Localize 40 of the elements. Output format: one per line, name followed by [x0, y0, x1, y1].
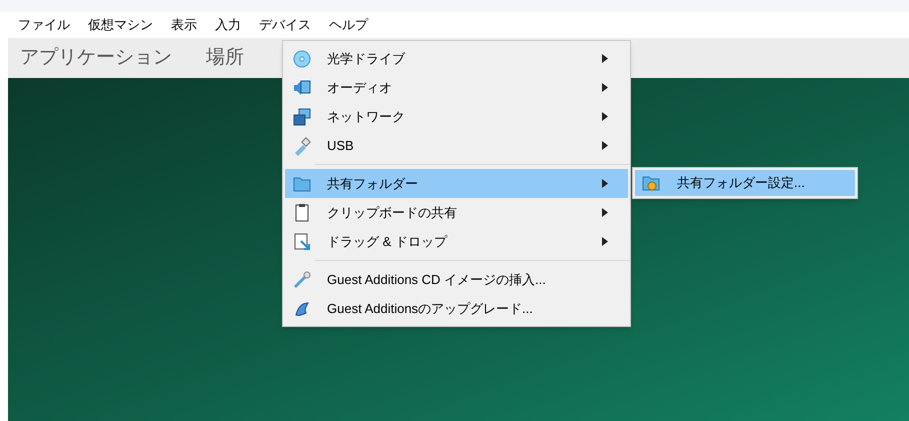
wand-icon	[292, 270, 312, 290]
menu-item-label: 共有フォルダー設定...	[676, 174, 805, 192]
menu-item[interactable]: 共有フォルダー設定...	[635, 170, 855, 196]
submenu-arrow-icon	[602, 179, 608, 188]
menu-bar-item[interactable]: ヘルプ	[329, 15, 368, 35]
panel-menu[interactable]: 場所	[206, 44, 244, 72]
submenu-arrow-icon	[602, 83, 608, 92]
panel-menu[interactable]: アプリケーション	[20, 44, 172, 72]
submenu-arrow-icon	[602, 141, 608, 150]
menu-item-label: 光学ドライブ	[326, 50, 406, 68]
menu-item-label: ネットワーク	[326, 108, 406, 126]
menu-item[interactable]: 共有フォルダー	[285, 169, 628, 198]
menu-item-label: オーディオ	[326, 78, 393, 97]
menu-item[interactable]: Guest Additions CD イメージの挿入...	[285, 265, 628, 294]
submenu-arrow-icon	[602, 237, 608, 246]
menu-item[interactable]: Guest Additionsのアップグレード...	[285, 294, 628, 323]
menu-bar-item[interactable]: ファイル	[18, 15, 70, 35]
menu-item-label: ドラッグ & ドロップ	[326, 232, 448, 251]
menu-item-label: 共有フォルダー	[326, 174, 419, 193]
submenu-arrow-icon	[602, 54, 608, 63]
menu-item[interactable]: ドラッグ & ドロップ	[285, 227, 628, 256]
menu-item[interactable]: クリップボードの共有	[285, 198, 628, 227]
windows-stack-icon	[292, 106, 312, 126]
menu-item[interactable]: USB	[285, 131, 628, 160]
menu-item[interactable]: オーディオ	[285, 73, 628, 102]
submenu-arrow-icon	[602, 112, 608, 121]
speaker-monitor-icon	[292, 78, 312, 98]
menu-item-label: Guest Additionsのアップグレード...	[326, 300, 534, 318]
menu-item-label: USB	[326, 136, 355, 155]
menu-item-label: クリップボードの共有	[326, 204, 458, 222]
document-arrow-icon	[292, 232, 312, 252]
menu-bar-item[interactable]: 表示	[171, 15, 197, 35]
menu-bar-item[interactable]: 入力	[215, 15, 241, 35]
submenu-arrow-icon	[602, 208, 608, 217]
disc-icon	[292, 48, 312, 68]
menu-item-label: Guest Additions CD イメージの挿入...	[326, 270, 547, 289]
menu-bar-item[interactable]: デバイス	[259, 15, 311, 35]
menu-bar-item[interactable]: 仮想マシン	[88, 15, 153, 35]
menu-item[interactable]: ネットワーク	[285, 102, 628, 131]
menu-item[interactable]: 光学ドライブ	[285, 44, 628, 73]
